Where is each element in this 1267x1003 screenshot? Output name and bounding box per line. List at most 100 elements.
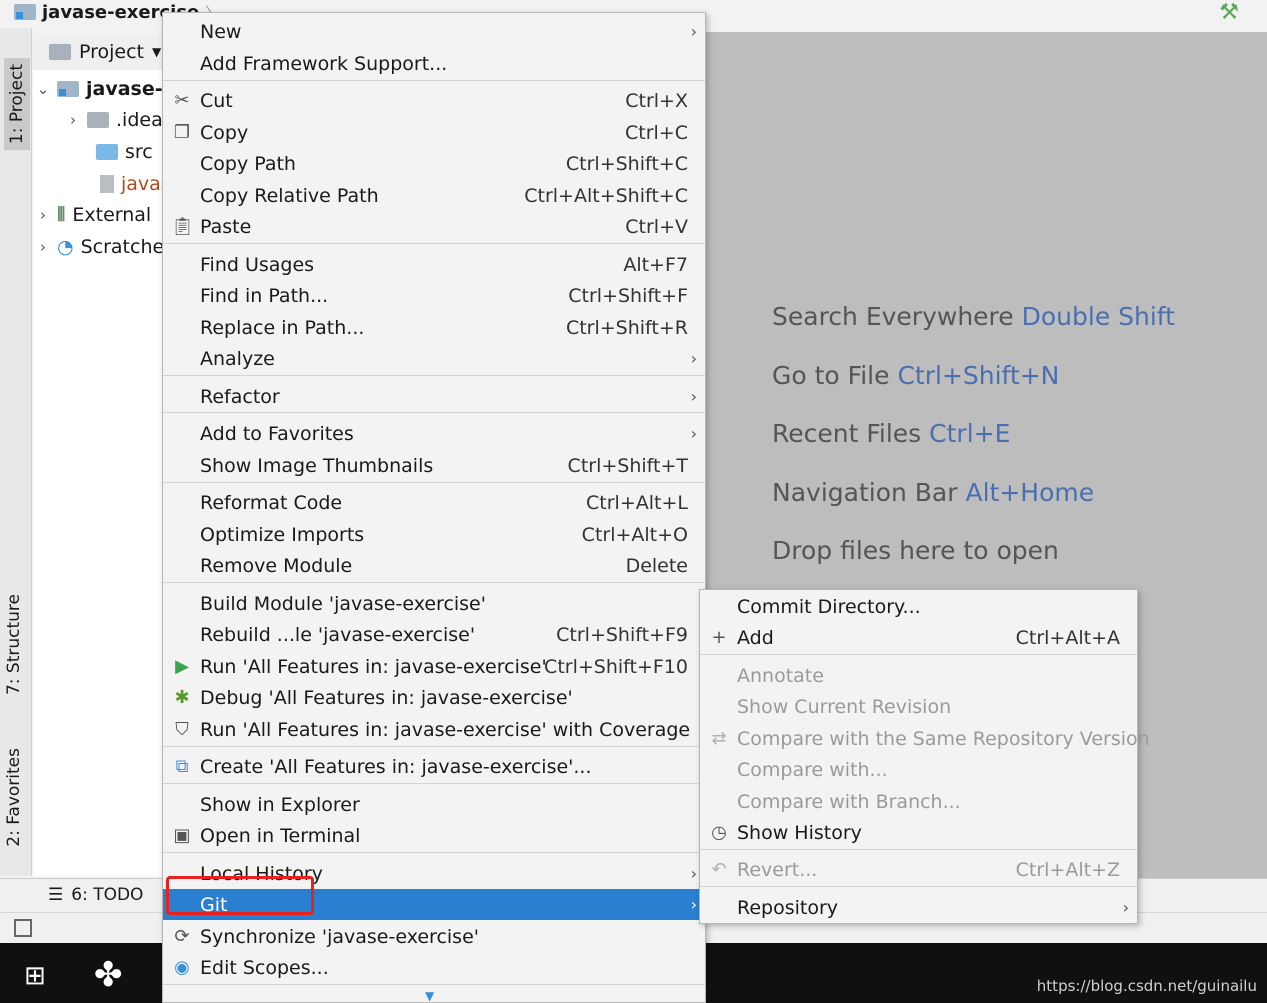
tool-tab-todo[interactable]: ☰ 6: TODO [48,885,143,905]
menu-item-shortcut: Ctrl+Shift+F [568,284,688,307]
chevron-right-icon[interactable]: › [36,206,50,224]
scroll-down-icon[interactable]: ▼ [425,989,434,1002]
hint-key: Double Shift [1021,302,1175,331]
coverage-icon: ⛉ [175,719,189,740]
project-context-menu: New › Add Framework Support... ✂ Cut Ctrl+X… [162,12,706,1003]
menu-item-commit-directory[interactable]: Commit Directory... [700,591,1137,622]
chevron-right-icon[interactable]: › [66,111,80,129]
menu-item-cut[interactable]: ✂ Cut Ctrl+X [163,85,705,116]
menu-item-refactor[interactable]: Refactor › [163,381,705,412]
menu-item-replace-in-path[interactable]: Replace in Path... Ctrl+Shift+R [163,312,705,343]
menu-item-label: Replace in Path... [200,316,365,339]
menu-item-edit-scopes[interactable]: ◉ Edit Scopes... [163,952,705,983]
run-icon: ▶ [175,656,189,677]
menu-item-show-current-revision: Show Current Revision [700,691,1137,722]
tree-item-label: External [72,203,152,226]
menu-item-label: Add to Favorites [200,422,354,445]
tree-item-idea[interactable]: › .idea [66,104,163,135]
menu-item-add-framework-support[interactable]: Add Framework Support... [163,48,705,79]
menu-item-find-in-path[interactable]: Find in Path... Ctrl+Shift+F [163,280,705,311]
menu-separator [163,412,705,413]
menu-item-compare-with: Compare with... [700,754,1137,785]
menu-item-shortcut: Ctrl+V [625,215,688,238]
tool-tab-favorites-label: 2: Favorites [4,748,24,847]
menu-item-rebuild-module[interactable]: Rebuild ...le 'javase-exercise' Ctrl+Shif… [163,619,705,650]
menu-item-copy-path[interactable]: Copy Path Ctrl+Shift+C [163,148,705,179]
scissors-icon: ✂ [174,90,190,111]
menu-item-label: Rebuild ...le 'javase-exercise' [200,623,476,646]
menu-item-shortcut: Ctrl+Shift+F10 [544,655,688,678]
menu-item-run-with-coverage[interactable]: ⛉ Run 'All Features in: javase-exercise' … [163,714,705,745]
menu-item-build-module[interactable]: Build Module 'javase-exercise' [163,588,705,619]
menu-item-show-history[interactable]: ◷ Show History [700,817,1137,848]
tool-tab-structure[interactable]: 7: Structure [4,594,24,695]
menu-separator [163,375,705,376]
menu-separator [163,746,705,747]
menu-item-show-image-thumbnails[interactable]: Show Image Thumbnails Ctrl+Shift+T [163,450,705,481]
menu-item-find-usages[interactable]: Find Usages Alt+F7 [163,249,705,280]
tree-item-src[interactable]: src [96,136,153,167]
menu-item-new[interactable]: New › [163,16,705,47]
menu-item-analyze[interactable]: Analyze › [163,343,705,374]
menu-item-synchronize[interactable]: ⟳ Synchronize 'javase-exercise' [163,921,705,952]
paste-icon: 📋︎ [171,216,194,237]
tree-item-label: src [125,140,153,163]
menu-item-run-all-features[interactable]: ▶ Run 'All Features in: javase-exercise' C… [163,651,705,682]
tree-item-scratches[interactable]: › ◔ Scratche [36,231,164,262]
menu-item-shortcut: Ctrl+Shift+F9 [556,623,688,646]
terminal-icon: ▣ [173,825,191,846]
menu-separator [163,80,705,81]
menu-item-label: Reformat Code [200,491,343,514]
watermark-url: https://blog.csdn.net/guinailu [1036,977,1257,995]
menu-item-label: Paste [200,215,252,238]
menu-item-add[interactable]: + Add Ctrl+Alt+A [700,622,1137,653]
tool-tab-favorites[interactable]: 2: Favorites [4,748,24,847]
menu-item-create-configuration[interactable]: ⧉ Create 'All Features in: javase-exercis… [163,751,705,782]
menu-item-copy[interactable]: ❐ Copy Ctrl+C [163,117,705,148]
chevron-right-icon: › [690,387,697,406]
tree-item-iml[interactable]: javas [100,168,171,199]
app-pinwheel-icon[interactable]: ✤ [94,955,123,995]
menu-item-copy-relative-path[interactable]: Copy Relative Path Ctrl+Alt+Shift+C [163,180,705,211]
tool-tab-todo-label: 6: TODO [71,885,144,905]
chevron-right-icon: › [690,22,697,41]
menu-item-add-to-favorites[interactable]: Add to Favorites › [163,418,705,449]
chevron-down-icon[interactable]: ⌄ [36,80,50,98]
menu-item-show-in-explorer[interactable]: Show in Explorer [163,789,705,820]
menu-item-label: Run 'All Features in: javase-exercise' w… [200,718,691,741]
plus-icon: + [711,627,727,648]
menu-item-paste[interactable]: 📋︎ Paste Ctrl+V [163,211,705,242]
menu-item-debug-all-features[interactable]: ✱ Debug 'All Features in: javase-exercise… [163,682,705,713]
windows-start-icon[interactable]: ⊞ [24,961,46,991]
hint-key: Alt+Home [965,478,1095,507]
menu-item-label: Run 'All Features in: javase-exercise' [200,655,547,678]
sync-icon: ⟳ [174,926,190,947]
menu-item-remove-module[interactable]: Remove Module Delete [163,550,705,581]
toggle-tool-windows-icon[interactable] [14,919,32,937]
copy-icon: ❐ [173,122,191,143]
debug-icon: ✱ [174,687,190,708]
tool-tab-project[interactable]: 1: Project [4,58,30,151]
menu-item-optimize-imports[interactable]: Optimize Imports Ctrl+Alt+O [163,519,705,550]
chevron-right-icon: › [690,349,697,368]
menu-item-open-in-terminal[interactable]: ▣ Open in Terminal [163,820,705,851]
scratches-icon: ◔ [57,235,74,258]
menu-item-repository[interactable]: Repository › [700,892,1137,923]
chevron-right-icon: › [690,424,697,443]
menu-item-compare-with-branch: Compare with Branch... [700,786,1137,817]
menu-item-label: Repository [737,896,839,919]
menu-item-shortcut: Ctrl+C [625,121,688,144]
menu-separator [163,984,705,985]
menu-item-label: Add Framework Support... [200,52,448,75]
folder-icon [87,111,109,128]
tree-item-module[interactable]: ⌄ javase-e [36,73,176,104]
menu-item-label: Open in Terminal [200,824,361,847]
menu-item-shortcut: Alt+F7 [623,253,688,276]
scopes-icon: ◉ [174,957,190,978]
project-view-selector[interactable]: Project ▼ [33,34,173,70]
menu-item-label: Show Current Revision [737,695,952,718]
tree-item-external-libraries[interactable]: › ⦀ External [36,199,151,230]
chevron-right-icon[interactable]: › [36,238,50,256]
build-hammer-icon[interactable]: ⚒ [1219,0,1239,25]
menu-item-reformat-code[interactable]: Reformat Code Ctrl+Alt+L [163,487,705,518]
